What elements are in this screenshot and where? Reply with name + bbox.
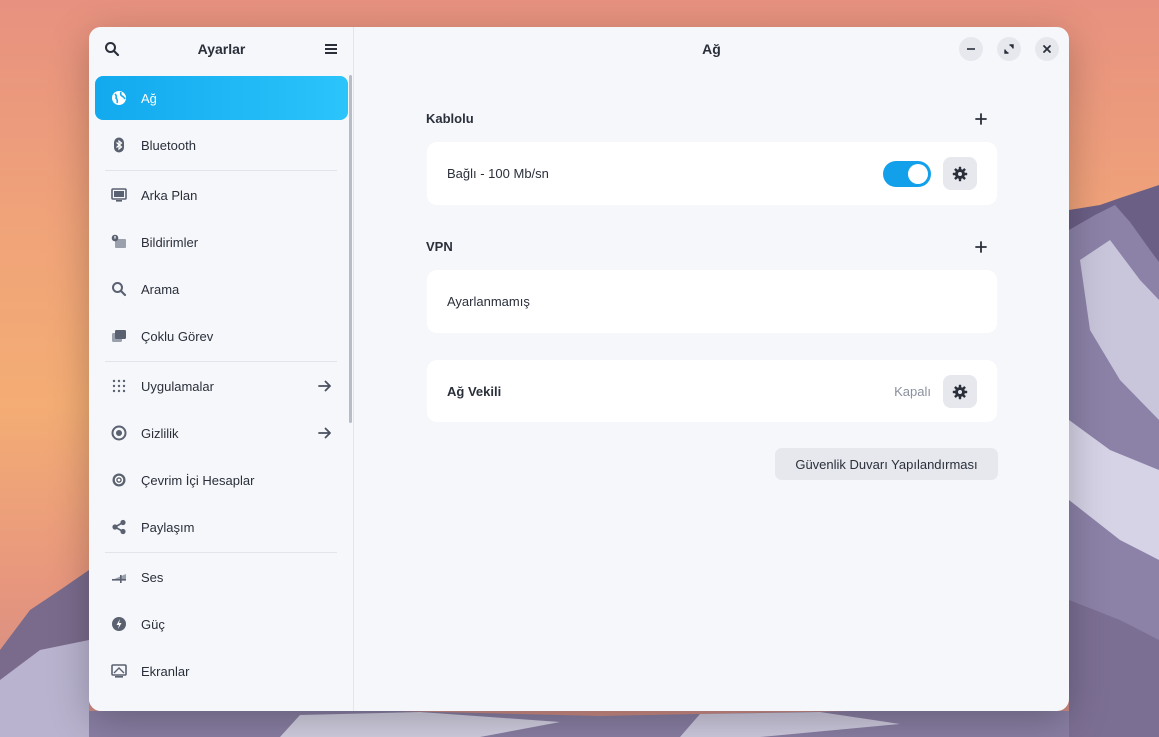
settings-window: Ayarlar Ağ Bluetooth Arka Plan Bildiriml…: [89, 27, 1069, 711]
sound-icon: [109, 567, 129, 587]
sidebar-header: Ayarlar: [89, 27, 354, 71]
sidebar-item-notifications[interactable]: Bildirimler: [95, 220, 348, 264]
maximize-button[interactable]: [997, 37, 1021, 61]
sidebar-item-label: Arama: [141, 281, 180, 297]
sidebar-item-label: Uygulamalar: [141, 378, 214, 394]
display-icon: [109, 661, 129, 681]
share-icon: [109, 517, 129, 537]
arrow-right-icon: [316, 377, 334, 395]
firewall-config-button[interactable]: Güvenlik Duvarı Yapılandırması: [775, 448, 998, 480]
power-icon: [109, 614, 129, 634]
sidebar-item-label: Güç: [141, 616, 165, 632]
proxy-title: Ağ Vekili: [447, 384, 502, 399]
sidebar-item-label: Arka Plan: [141, 187, 198, 203]
proxy-settings-button[interactable]: [943, 375, 977, 408]
wired-toggle[interactable]: [883, 161, 931, 187]
sidebar-item-label: Ağ: [141, 90, 157, 106]
globe-icon: [109, 88, 129, 108]
wired-connection-card: Bağlı - 100 Mb/sn: [427, 142, 997, 205]
plus-icon: [975, 113, 987, 125]
vpn-status-label: Ayarlanmamış: [447, 294, 530, 309]
sidebar-title: Ayarlar: [197, 41, 246, 57]
sidebar-item-power[interactable]: Güç: [95, 602, 348, 646]
sidebar-item-apps[interactable]: Uygulamalar: [95, 364, 348, 408]
vpn-section-title: VPN: [426, 239, 453, 254]
wired-connection-label: Bağlı - 100 Mb/sn: [447, 166, 549, 181]
proxy-card: Ağ Vekili Kapalı: [427, 360, 997, 422]
sidebar-item-bluetooth[interactable]: Bluetooth: [95, 123, 348, 167]
sidebar-item-label: Paylaşım: [141, 519, 195, 535]
sidebar-item-label: Çevrim İçi Hesaplar: [141, 472, 255, 488]
sidebar: Ayarlar Ağ Bluetooth Arka Plan Bildiriml…: [89, 27, 354, 711]
sidebar-separator: [105, 361, 337, 362]
sidebar-item-label: Ekranlar: [141, 663, 190, 679]
multitasking-icon: [109, 326, 129, 346]
sidebar-item-label: Ses: [141, 569, 164, 585]
minimize-button[interactable]: [959, 37, 983, 61]
sidebar-item-label: Bildirimler: [141, 234, 199, 250]
sidebar-separator: [105, 170, 337, 171]
sidebar-separator: [105, 552, 337, 553]
gear-icon: [952, 166, 968, 181]
bluetooth-icon: [109, 135, 129, 155]
search-icon: [109, 279, 129, 299]
sidebar-scrollbar[interactable]: [349, 75, 352, 423]
sidebar-item-label: Gizlilik: [141, 425, 179, 441]
notifications-icon: [109, 232, 129, 252]
minimize-icon: [967, 48, 975, 50]
proxy-status: Kapalı: [894, 384, 931, 399]
vpn-card: Ayarlanmamış: [427, 270, 997, 333]
maximize-icon: [1004, 44, 1014, 54]
sidebar-item-privacy[interactable]: Gizlilik: [95, 411, 348, 455]
sidebar-item-label: Çoklu Görev: [141, 328, 214, 344]
sidebar-item-network[interactable]: Ağ: [95, 76, 348, 120]
sidebar-item-search[interactable]: Arama: [95, 267, 348, 311]
close-button[interactable]: [1035, 37, 1059, 61]
sidebar-item-background[interactable]: Arka Plan: [95, 173, 348, 217]
hamburger-menu-icon[interactable]: [321, 39, 341, 59]
sidebar-item-displays[interactable]: Ekranlar: [95, 649, 348, 693]
privacy-icon: [109, 423, 129, 443]
toggle-knob: [908, 164, 928, 184]
sidebar-item-online-accounts[interactable]: Çevrim İçi Hesaplar: [95, 458, 348, 502]
arrow-right-icon: [316, 424, 334, 442]
close-icon: [1043, 45, 1051, 53]
monitor-icon: [109, 185, 129, 205]
sidebar-item-sharing[interactable]: Paylaşım: [95, 505, 348, 549]
at-sign-icon: [109, 470, 129, 490]
apps-grid-icon: [109, 376, 129, 396]
sidebar-item-label: Bluetooth: [141, 137, 196, 153]
gear-icon: [952, 384, 968, 399]
add-wired-button[interactable]: [973, 111, 989, 127]
add-vpn-button[interactable]: [973, 239, 989, 255]
sidebar-item-sound[interactable]: Ses: [95, 555, 348, 599]
wired-section-title: Kablolu: [426, 111, 474, 126]
wired-settings-button[interactable]: [943, 157, 977, 190]
sidebar-item-multitasking[interactable]: Çoklu Görev: [95, 314, 348, 358]
plus-icon: [975, 241, 987, 253]
